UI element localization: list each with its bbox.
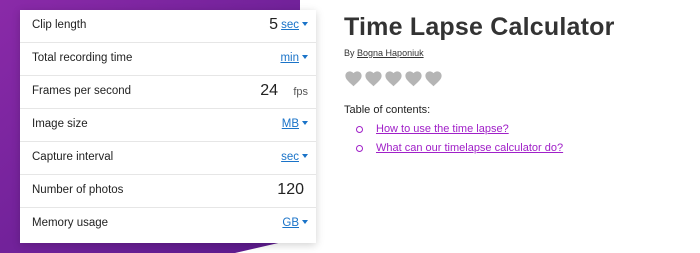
heart-icon[interactable] xyxy=(364,70,383,87)
chevron-down-icon xyxy=(302,154,308,158)
byline: By Bogna Haponiuk xyxy=(344,48,684,58)
image-size-unit-select[interactable]: MB xyxy=(282,118,308,130)
frames-per-second-input[interactable]: 24 xyxy=(260,82,278,100)
number-of-photos-label: Number of photos xyxy=(32,184,124,196)
frames-per-second-row: Frames per second 24 fps xyxy=(20,76,316,109)
total-recording-time-unit-label: min xyxy=(280,52,299,64)
toc-item: How to use the time lapse? xyxy=(344,123,684,142)
image-size-label: Image size xyxy=(32,118,88,130)
number-of-photos-input[interactable]: 120 xyxy=(277,181,304,199)
clip-length-unit-select[interactable]: sec xyxy=(281,19,308,31)
toc-label: Table of contents: xyxy=(344,104,431,116)
rating-hearts xyxy=(344,70,684,88)
heart-icon[interactable] xyxy=(384,70,403,87)
toc-link-how-to-use[interactable]: How to use the time lapse? xyxy=(376,123,509,135)
chevron-down-icon xyxy=(302,121,308,125)
article-header: Time Lapse Calculator By Bogna Haponiuk … xyxy=(344,12,684,161)
chevron-down-icon xyxy=(302,22,308,26)
total-recording-time-label: Total recording time xyxy=(32,52,133,64)
capture-interval-unit-select[interactable]: sec xyxy=(281,151,308,163)
capture-interval-label: Capture interval xyxy=(32,151,114,163)
chevron-down-icon xyxy=(302,55,308,59)
clip-length-row: Clip length 5 sec xyxy=(20,10,316,43)
total-recording-time-row: Total recording time min xyxy=(20,43,316,76)
memory-usage-unit-label: GB xyxy=(282,217,299,229)
circle-bullet-icon xyxy=(356,145,363,152)
heart-icon[interactable] xyxy=(344,70,363,87)
memory-usage-row: Memory usage GB xyxy=(20,208,316,241)
circle-bullet-icon xyxy=(356,126,363,133)
number-of-photos-row: Number of photos 120 xyxy=(20,175,316,208)
clip-length-label: Clip length xyxy=(32,19,87,31)
toc-item: What can our timelapse calculator do? xyxy=(344,142,684,161)
author-link[interactable]: Bogna Haponiuk xyxy=(357,48,424,58)
capture-interval-unit-label: sec xyxy=(281,151,299,163)
total-recording-time-unit-select[interactable]: min xyxy=(280,52,308,64)
byline-prefix: By xyxy=(344,48,355,58)
heart-icon[interactable] xyxy=(404,70,423,87)
toc-link-what-can-do[interactable]: What can our timelapse calculator do? xyxy=(376,142,563,154)
page-title: Time Lapse Calculator xyxy=(344,13,615,41)
memory-usage-unit-select[interactable]: GB xyxy=(282,217,308,229)
clip-length-unit-label: sec xyxy=(281,19,299,31)
calculator-panel: Clip length 5 sec Total recording time m… xyxy=(20,10,316,243)
image-size-row: Image size MB xyxy=(20,109,316,142)
capture-interval-row: Capture interval sec xyxy=(20,142,316,175)
image-size-unit-label: MB xyxy=(281,118,299,130)
chevron-down-icon xyxy=(302,220,308,224)
frames-per-second-label: Frames per second xyxy=(32,85,132,97)
clip-length-input[interactable]: 5 xyxy=(269,16,278,34)
memory-usage-label: Memory usage xyxy=(32,217,109,229)
frames-per-second-unit: fps xyxy=(293,86,308,98)
heart-icon[interactable] xyxy=(424,70,443,87)
table-of-contents: How to use the time lapse? What can our … xyxy=(344,123,684,161)
